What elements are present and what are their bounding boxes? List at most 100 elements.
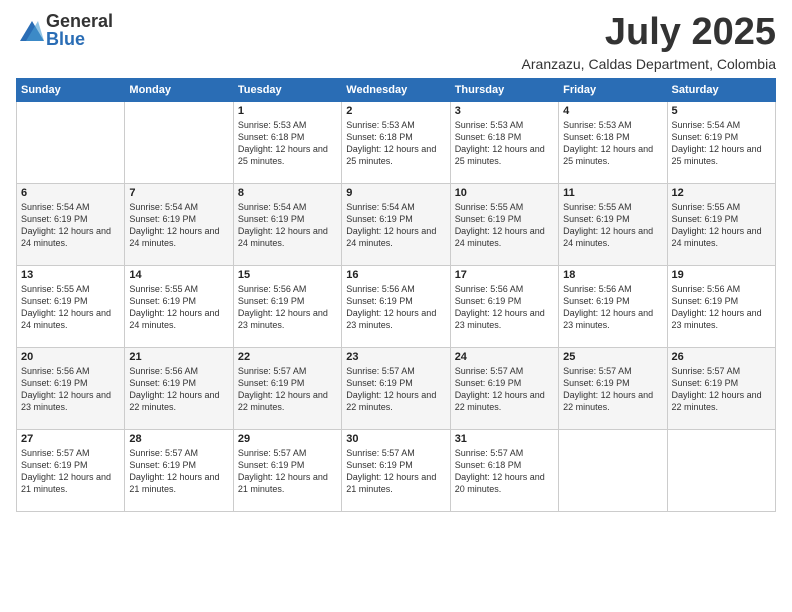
day-info: Sunrise: 5:57 AM Sunset: 6:19 PM Dayligh… — [346, 365, 445, 414]
day-number: 10 — [455, 187, 554, 199]
day-number: 24 — [455, 351, 554, 363]
day-number: 29 — [238, 433, 337, 445]
calendar-cell: 28 Sunrise: 5:57 AM Sunset: 6:19 PM Dayli… — [125, 429, 233, 511]
calendar-week-row: 20 Sunrise: 5:56 AM Sunset: 6:19 PM Dayli… — [17, 347, 776, 429]
calendar-table: SundayMondayTuesdayWednesdayThursdayFrid… — [16, 78, 776, 512]
calendar-week-row: 1 Sunrise: 5:53 AM Sunset: 6:18 PM Daylig… — [17, 101, 776, 183]
day-info: Sunrise: 5:57 AM Sunset: 6:19 PM Dayligh… — [455, 365, 554, 414]
day-number: 15 — [238, 269, 337, 281]
calendar-cell: 16 Sunrise: 5:56 AM Sunset: 6:19 PM Dayli… — [342, 265, 450, 347]
day-number: 19 — [672, 269, 771, 281]
calendar-cell: 20 Sunrise: 5:56 AM Sunset: 6:19 PM Dayli… — [17, 347, 125, 429]
calendar-cell — [667, 429, 775, 511]
day-number: 6 — [21, 187, 120, 199]
logo: General Blue — [16, 12, 113, 48]
day-number: 7 — [129, 187, 228, 199]
calendar-cell: 2 Sunrise: 5:53 AM Sunset: 6:18 PM Daylig… — [342, 101, 450, 183]
day-number: 2 — [346, 105, 445, 117]
calendar-cell: 24 Sunrise: 5:57 AM Sunset: 6:19 PM Dayli… — [450, 347, 558, 429]
day-number: 28 — [129, 433, 228, 445]
day-number: 31 — [455, 433, 554, 445]
calendar-cell: 31Sunrise: 5:57 AM Sunset: 6:18 PM Dayli… — [450, 429, 558, 511]
day-info: Sunrise: 5:57 AM Sunset: 6:19 PM Dayligh… — [563, 365, 662, 414]
weekday-header-cell: Friday — [559, 78, 667, 101]
day-info: Sunrise: 5:55 AM Sunset: 6:19 PM Dayligh… — [21, 283, 120, 332]
calendar-cell: 7Sunrise: 5:54 AM Sunset: 6:19 PM Daylig… — [125, 183, 233, 265]
day-info: Sunrise: 5:56 AM Sunset: 6:19 PM Dayligh… — [346, 283, 445, 332]
day-info: Sunrise: 5:56 AM Sunset: 6:19 PM Dayligh… — [21, 365, 120, 414]
weekday-header-cell: Sunday — [17, 78, 125, 101]
day-number: 30 — [346, 433, 445, 445]
calendar-cell: 27Sunrise: 5:57 AM Sunset: 6:19 PM Dayli… — [17, 429, 125, 511]
weekday-header-row: SundayMondayTuesdayWednesdayThursdayFrid… — [17, 78, 776, 101]
weekday-header-cell: Saturday — [667, 78, 775, 101]
day-number: 3 — [455, 105, 554, 117]
day-number: 12 — [672, 187, 771, 199]
day-number: 21 — [129, 351, 228, 363]
page: General Blue July 2025 Aranzazu, Caldas … — [0, 0, 792, 612]
day-number: 13 — [21, 269, 120, 281]
day-info: Sunrise: 5:54 AM Sunset: 6:19 PM Dayligh… — [238, 201, 337, 250]
day-info: Sunrise: 5:53 AM Sunset: 6:18 PM Dayligh… — [455, 119, 554, 168]
day-number: 18 — [563, 269, 662, 281]
day-number: 8 — [238, 187, 337, 199]
generalblue-icon — [16, 17, 44, 45]
month-title: July 2025 — [522, 12, 776, 54]
day-info: Sunrise: 5:57 AM Sunset: 6:19 PM Dayligh… — [129, 447, 228, 496]
day-number: 25 — [563, 351, 662, 363]
calendar-cell: 1Sunrise: 5:53 AM Sunset: 6:18 PM Daylig… — [233, 101, 341, 183]
calendar-cell: 8 Sunrise: 5:54 AM Sunset: 6:19 PM Daylig… — [233, 183, 341, 265]
day-number: 1 — [238, 105, 337, 117]
calendar-week-row: 13 Sunrise: 5:55 AM Sunset: 6:19 PM Dayli… — [17, 265, 776, 347]
day-info: Sunrise: 5:56 AM Sunset: 6:19 PM Dayligh… — [672, 283, 771, 332]
logo-general-text: General — [46, 12, 113, 30]
day-number: 11 — [563, 187, 662, 199]
day-number: 22 — [238, 351, 337, 363]
day-info: Sunrise: 5:56 AM Sunset: 6:19 PM Dayligh… — [238, 283, 337, 332]
header: General Blue July 2025 Aranzazu, Caldas … — [16, 12, 776, 72]
day-number: 17 — [455, 269, 554, 281]
weekday-header-cell: Tuesday — [233, 78, 341, 101]
day-info: Sunrise: 5:53 AM Sunset: 6:18 PM Dayligh… — [346, 119, 445, 168]
day-info: Sunrise: 5:56 AM Sunset: 6:19 PM Dayligh… — [455, 283, 554, 332]
day-info: Sunrise: 5:54 AM Sunset: 6:19 PM Dayligh… — [21, 201, 120, 250]
calendar-week-row: 27Sunrise: 5:57 AM Sunset: 6:19 PM Dayli… — [17, 429, 776, 511]
calendar-cell: 23Sunrise: 5:57 AM Sunset: 6:19 PM Dayli… — [342, 347, 450, 429]
day-info: Sunrise: 5:53 AM Sunset: 6:18 PM Dayligh… — [563, 119, 662, 168]
calendar-cell: 4Sunrise: 5:53 AM Sunset: 6:18 PM Daylig… — [559, 101, 667, 183]
day-info: Sunrise: 5:55 AM Sunset: 6:19 PM Dayligh… — [455, 201, 554, 250]
calendar-cell: 15 Sunrise: 5:56 AM Sunset: 6:19 PM Dayli… — [233, 265, 341, 347]
day-info: Sunrise: 5:56 AM Sunset: 6:19 PM Dayligh… — [129, 365, 228, 414]
logo-blue-text: Blue — [46, 30, 113, 48]
day-number: 5 — [672, 105, 771, 117]
calendar-cell: 12 Sunrise: 5:55 AM Sunset: 6:19 PM Dayli… — [667, 183, 775, 265]
calendar-cell — [559, 429, 667, 511]
day-info: Sunrise: 5:55 AM Sunset: 6:19 PM Dayligh… — [563, 201, 662, 250]
day-info: Sunrise: 5:55 AM Sunset: 6:19 PM Dayligh… — [672, 201, 771, 250]
calendar-cell: 6 Sunrise: 5:54 AM Sunset: 6:19 PM Daylig… — [17, 183, 125, 265]
title-block: July 2025 Aranzazu, Caldas Department, C… — [522, 12, 776, 72]
day-info: Sunrise: 5:55 AM Sunset: 6:19 PM Dayligh… — [129, 283, 228, 332]
calendar-cell: 26Sunrise: 5:57 AM Sunset: 6:19 PM Dayli… — [667, 347, 775, 429]
calendar-cell: 17 Sunrise: 5:56 AM Sunset: 6:19 PM Dayli… — [450, 265, 558, 347]
weekday-header-cell: Monday — [125, 78, 233, 101]
calendar-cell: 3 Sunrise: 5:53 AM Sunset: 6:18 PM Daylig… — [450, 101, 558, 183]
calendar-cell: 18Sunrise: 5:56 AM Sunset: 6:19 PM Dayli… — [559, 265, 667, 347]
calendar-cell: 13 Sunrise: 5:55 AM Sunset: 6:19 PM Dayli… — [17, 265, 125, 347]
day-number: 16 — [346, 269, 445, 281]
day-number: 20 — [21, 351, 120, 363]
calendar-cell: 14Sunrise: 5:55 AM Sunset: 6:19 PM Dayli… — [125, 265, 233, 347]
calendar-cell: 11 Sunrise: 5:55 AM Sunset: 6:19 PM Dayli… — [559, 183, 667, 265]
weekday-header-cell: Wednesday — [342, 78, 450, 101]
day-info: Sunrise: 5:57 AM Sunset: 6:19 PM Dayligh… — [21, 447, 120, 496]
calendar-cell — [17, 101, 125, 183]
calendar-cell: 25 Sunrise: 5:57 AM Sunset: 6:19 PM Dayli… — [559, 347, 667, 429]
calendar-cell: 5Sunrise: 5:54 AM Sunset: 6:19 PM Daylig… — [667, 101, 775, 183]
location-title: Aranzazu, Caldas Department, Colombia — [522, 56, 776, 72]
calendar-cell: 30Sunrise: 5:57 AM Sunset: 6:19 PM Dayli… — [342, 429, 450, 511]
calendar-cell: 21 Sunrise: 5:56 AM Sunset: 6:19 PM Dayli… — [125, 347, 233, 429]
calendar-cell: 22Sunrise: 5:57 AM Sunset: 6:19 PM Dayli… — [233, 347, 341, 429]
weekday-header-cell: Thursday — [450, 78, 558, 101]
day-info: Sunrise: 5:57 AM Sunset: 6:19 PM Dayligh… — [238, 447, 337, 496]
day-number: 26 — [672, 351, 771, 363]
